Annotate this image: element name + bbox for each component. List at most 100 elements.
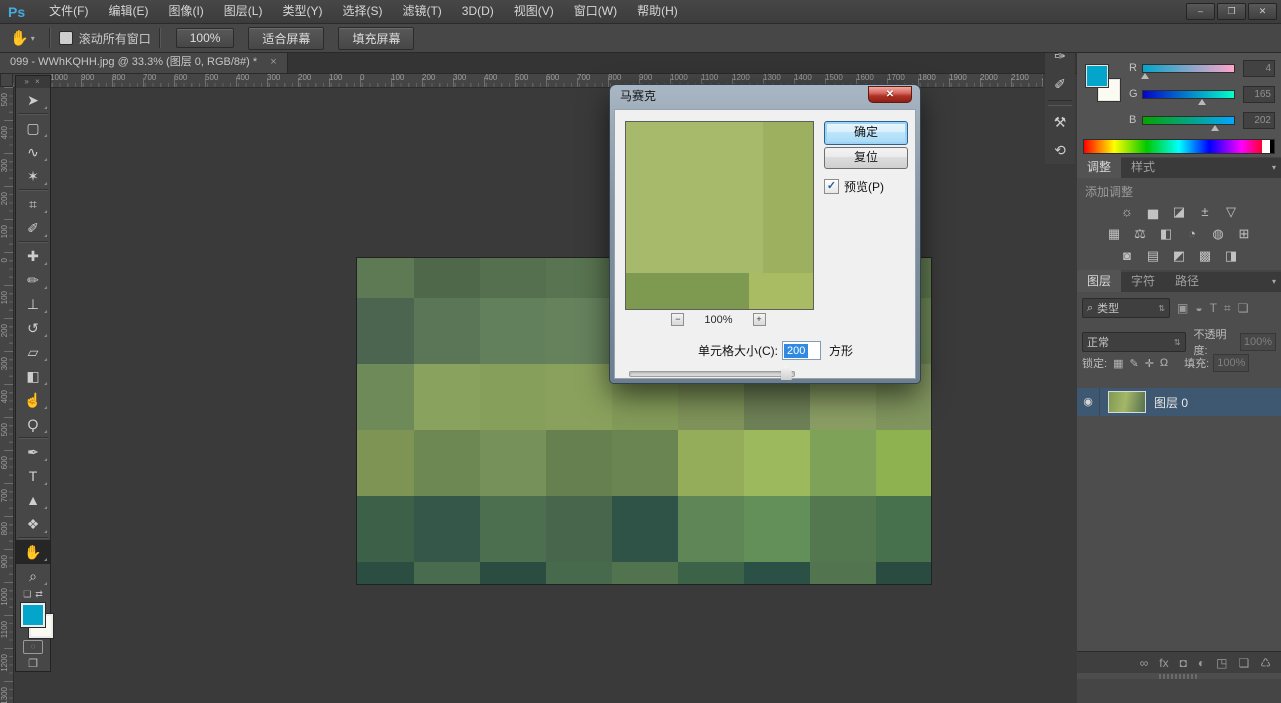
new-group-icon[interactable]: ◳ bbox=[1216, 656, 1227, 670]
default-colors-icon[interactable]: ❏ bbox=[23, 589, 31, 600]
channel-slider[interactable] bbox=[1142, 64, 1235, 73]
gradient-map-icon[interactable]: ▩ bbox=[1197, 248, 1214, 264]
channel-mixer-icon[interactable]: ◍ bbox=[1210, 226, 1227, 242]
marquee-tool[interactable]: ▢ bbox=[16, 116, 50, 140]
blend-mode-dropdown[interactable]: 正常 ⇅ bbox=[1082, 332, 1186, 352]
panel-resize-grip[interactable] bbox=[1159, 674, 1199, 679]
color-spectrum-bar[interactable] bbox=[1083, 139, 1275, 154]
reset-button[interactable]: 复位 bbox=[824, 147, 908, 169]
close-icon[interactable]: × bbox=[35, 77, 42, 86]
white-swatch[interactable] bbox=[1262, 140, 1270, 153]
menu-item[interactable]: 编辑(E) bbox=[98, 0, 158, 23]
menu-item[interactable]: 图层(L) bbox=[214, 0, 273, 23]
close-button[interactable]: ✕ bbox=[1248, 3, 1277, 20]
menu-item[interactable]: 类型(Y) bbox=[272, 0, 332, 23]
fill-screen-button[interactable]: 填充屏幕 bbox=[338, 27, 414, 50]
color-lookup-icon[interactable]: ⊞ bbox=[1236, 226, 1253, 242]
zoom-100-button[interactable]: 100% bbox=[176, 28, 235, 48]
swap-colors-icon[interactable]: ⇄ bbox=[35, 589, 43, 600]
lock-pixels-icon[interactable]: ✎ bbox=[1129, 357, 1138, 370]
zoom-tool[interactable]: ⌕ bbox=[16, 564, 50, 588]
lasso-tool[interactable]: ∿ bbox=[16, 140, 50, 164]
eraser-tool[interactable]: ▱ bbox=[16, 340, 50, 364]
restore-button[interactable]: ❐ bbox=[1217, 3, 1246, 20]
move-tool[interactable]: ➤ bbox=[16, 88, 50, 112]
layer-effects-icon[interactable]: fx bbox=[1159, 656, 1168, 670]
channel-value[interactable]: 202 bbox=[1243, 112, 1275, 129]
layer-thumbnail[interactable] bbox=[1108, 391, 1146, 413]
delete-layer-icon[interactable]: ♺ bbox=[1260, 656, 1271, 670]
path-selection-tool[interactable]: ▲ bbox=[16, 488, 50, 512]
clone-stamp-tool[interactable]: ⊥ bbox=[16, 292, 50, 316]
quick-mask-button[interactable]: ◌ bbox=[16, 638, 50, 656]
zoom-in-button[interactable]: + bbox=[753, 313, 766, 326]
healing-brush-tool[interactable]: ✚ bbox=[16, 244, 50, 268]
collapse-icon[interactable]: » bbox=[24, 77, 30, 86]
type-filter-icon[interactable]: T bbox=[1210, 301, 1217, 316]
black-swatch[interactable] bbox=[1270, 140, 1274, 153]
pen-tool[interactable]: ✒ bbox=[16, 440, 50, 464]
channel-slider[interactable] bbox=[1142, 116, 1235, 125]
threshold-icon[interactable]: ◩ bbox=[1171, 248, 1188, 264]
pixel-filter-icon[interactable]: ▣ bbox=[1177, 301, 1188, 316]
scroll-all-windows-checkbox[interactable] bbox=[59, 31, 73, 45]
document-tab[interactable]: 099 - WWhKQHH.jpg @ 33.3% (图层 0, RGB/8#)… bbox=[0, 52, 288, 73]
panel-menu-icon[interactable]: ▾ bbox=[1272, 277, 1276, 286]
tab-character[interactable]: 字符 bbox=[1121, 270, 1165, 292]
smart-object-filter-icon[interactable]: ❏ bbox=[1238, 301, 1249, 316]
tab-styles[interactable]: 样式 bbox=[1121, 156, 1165, 178]
slider-thumb[interactable] bbox=[781, 365, 792, 380]
fit-screen-button[interactable]: 适合屏幕 bbox=[248, 27, 324, 50]
tab-paths[interactable]: 路径 bbox=[1165, 270, 1209, 292]
exposure-icon[interactable]: ± bbox=[1197, 204, 1214, 220]
gradient-tool[interactable]: ◧ bbox=[16, 364, 50, 388]
filter-preview[interactable] bbox=[625, 121, 814, 310]
eyedropper-tool[interactable]: ✐ bbox=[16, 216, 50, 240]
opacity-value[interactable]: 100% bbox=[1240, 333, 1276, 351]
posterize-icon[interactable]: ▤ bbox=[1145, 248, 1162, 264]
channel-value[interactable]: 165 bbox=[1243, 86, 1275, 103]
channel-value[interactable]: 4 bbox=[1243, 60, 1275, 77]
brush-tool[interactable]: ✏ bbox=[16, 268, 50, 292]
smudge-tool[interactable]: ☝ bbox=[16, 388, 50, 412]
tools-panel-icon[interactable]: ⚒ bbox=[1045, 108, 1075, 136]
levels-icon[interactable]: ▅ bbox=[1145, 204, 1162, 220]
foreground-color-swatch[interactable] bbox=[1086, 65, 1108, 87]
lock-position-icon[interactable]: ✛ bbox=[1145, 357, 1154, 370]
menu-item[interactable]: 文件(F) bbox=[39, 0, 98, 23]
panel-menu-icon[interactable]: ▾ bbox=[1272, 163, 1276, 172]
selective-color-icon[interactable]: ◨ bbox=[1223, 248, 1240, 264]
tab-adjustments[interactable]: 调整 bbox=[1077, 156, 1121, 178]
menu-item[interactable]: 视图(V) bbox=[504, 0, 564, 23]
slider-thumb[interactable] bbox=[1211, 125, 1219, 131]
tab-close-icon[interactable]: × bbox=[270, 56, 276, 68]
ruler-origin[interactable] bbox=[0, 73, 13, 87]
menu-item[interactable]: 滤镜(T) bbox=[392, 0, 451, 23]
add-mask-icon[interactable]: ◘ bbox=[1180, 656, 1187, 670]
magic-wand-tool[interactable]: ✶ bbox=[16, 164, 50, 188]
color-balance-icon[interactable]: ⚖ bbox=[1132, 226, 1149, 242]
menu-item[interactable]: 3D(D) bbox=[452, 0, 504, 23]
preview-checkbox[interactable]: ✓ bbox=[824, 179, 839, 194]
channel-slider[interactable] bbox=[1142, 90, 1235, 99]
vertical-ruler[interactable]: 5004003002001000100200300400500600700800… bbox=[0, 87, 14, 703]
adjustment-layer-icon[interactable]: ◐ bbox=[1198, 656, 1205, 670]
ok-button[interactable]: 确定 bbox=[824, 121, 908, 145]
menu-item[interactable]: 选择(S) bbox=[332, 0, 392, 23]
crop-tool[interactable]: ⌗ bbox=[16, 192, 50, 216]
hand-tool-icon[interactable]: ✋ bbox=[10, 29, 29, 47]
fill-value[interactable]: 100% bbox=[1213, 354, 1249, 372]
menu-item[interactable]: 窗口(W) bbox=[564, 0, 627, 23]
history-panel-icon[interactable]: ⟲ bbox=[1045, 136, 1075, 164]
layer-row[interactable]: ◉ 图层 0 bbox=[1077, 388, 1281, 416]
link-layers-icon[interactable]: ∞ bbox=[1140, 656, 1149, 670]
toolbar-header[interactable]: » × bbox=[16, 76, 50, 88]
tool-presets-panel-icon[interactable]: ✐ bbox=[1045, 70, 1075, 98]
hue-saturation-icon[interactable]: ▦ bbox=[1106, 226, 1123, 242]
zoom-out-button[interactable]: − bbox=[671, 313, 684, 326]
foreground-color-swatch[interactable] bbox=[21, 603, 45, 627]
history-brush-tool[interactable]: ↺ bbox=[16, 316, 50, 340]
slider-thumb[interactable] bbox=[1141, 73, 1149, 79]
tab-layers[interactable]: 图层 bbox=[1077, 270, 1121, 292]
adjustment-filter-icon[interactable]: ◒ bbox=[1195, 301, 1202, 316]
